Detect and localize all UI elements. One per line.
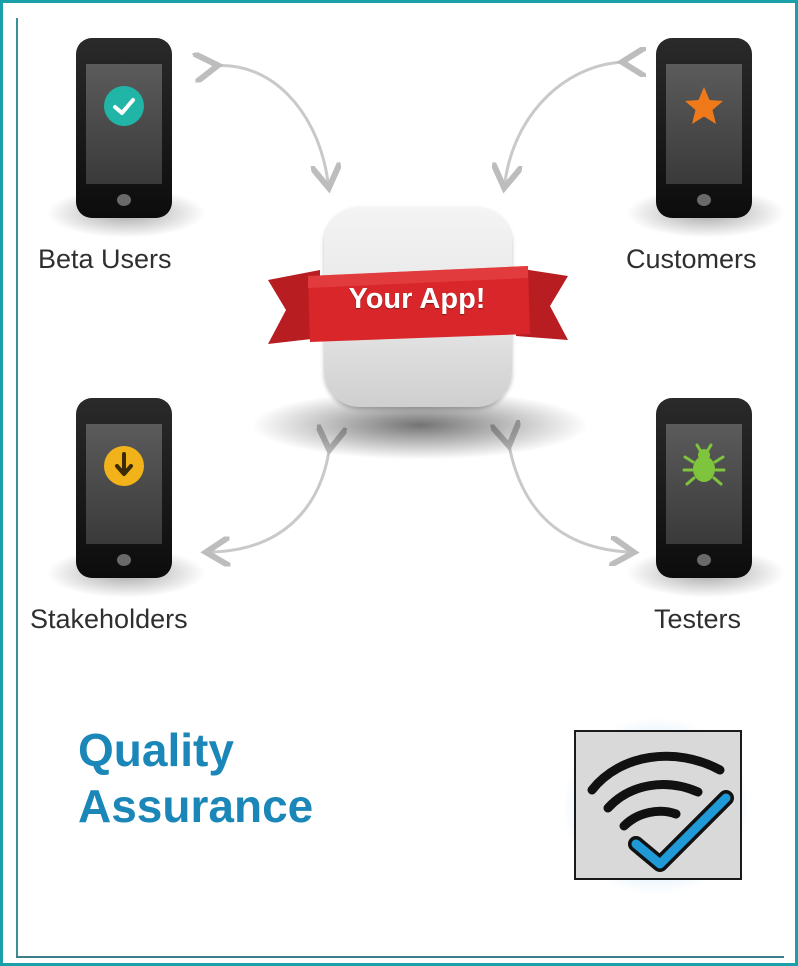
title-line-1: Quality: [78, 724, 234, 776]
label-stakeholders: Stakeholders: [30, 604, 188, 634]
phone-home-button: [117, 554, 131, 566]
logo-box: [574, 730, 742, 880]
title-line-2: Assurance: [78, 780, 314, 832]
label-testers: Testers: [654, 604, 742, 634]
phone-testers: [626, 398, 786, 598]
arrow-testers: [508, 440, 628, 552]
wifi-checkmark-icon: [587, 751, 734, 872]
checkmark-icon: [104, 86, 144, 126]
phone-stakeholders: [46, 398, 206, 598]
phone-customers: [626, 38, 786, 238]
arrow-stakeholders: [212, 444, 330, 552]
download-arrow-icon: [104, 446, 144, 486]
phone-home-button: [697, 194, 711, 206]
phone-home-button: [697, 554, 711, 566]
phone-beta-users: [46, 38, 206, 238]
label-beta-users: Beta Users: [38, 244, 172, 274]
phone-home-button: [117, 194, 131, 206]
star-icon: [685, 87, 723, 124]
arrow-beta-users: [212, 66, 328, 182]
quality-assurance-title: Quality Assurance: [78, 722, 313, 834]
app-label: Your App!: [348, 283, 486, 315]
arrow-customers: [505, 62, 628, 182]
label-customers: Customers: [626, 244, 757, 274]
bug-icon: [682, 443, 726, 486]
